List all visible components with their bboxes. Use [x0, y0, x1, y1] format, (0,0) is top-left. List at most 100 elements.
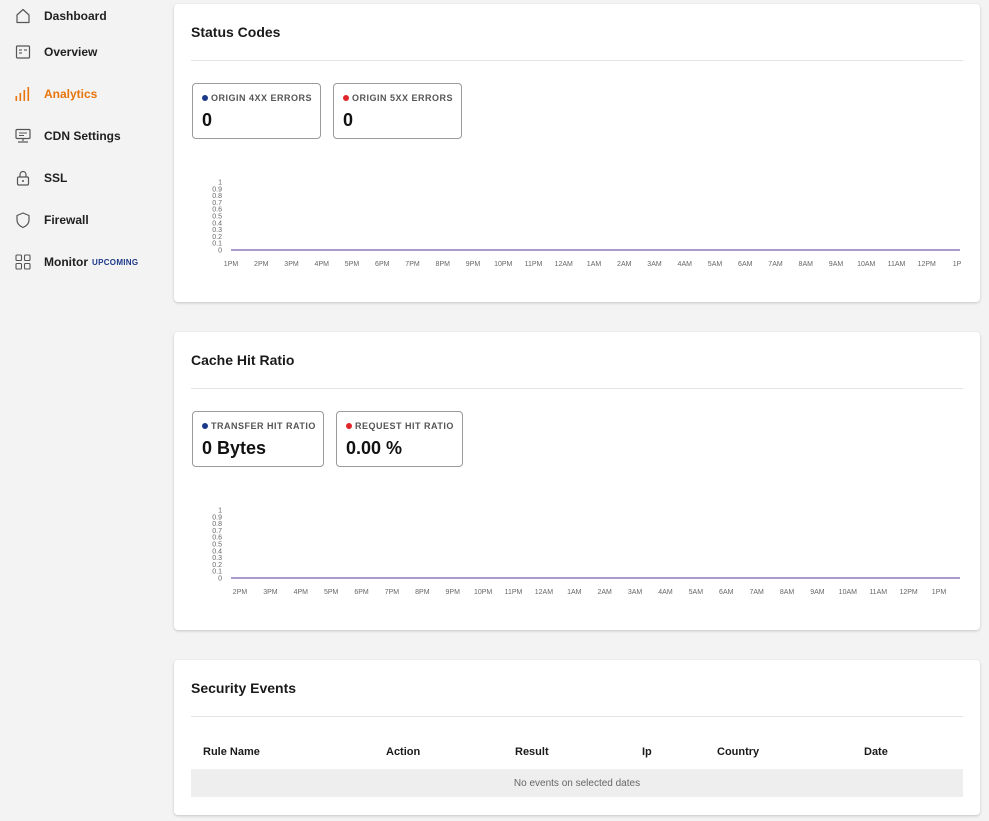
- x-tick-label: 12PM: [918, 261, 936, 268]
- card-title: Status Codes: [191, 24, 281, 40]
- y-tick-label: 0.8: [212, 521, 222, 528]
- x-tick-label: 4PM: [294, 589, 309, 596]
- series-dot: [202, 423, 208, 429]
- x-tick-label: 10AM: [857, 261, 875, 268]
- security-events-card: Security Events Rule Name Action Result …: [174, 660, 980, 815]
- x-tick-label: 5AM: [689, 589, 704, 596]
- x-tick-label: 10AM: [839, 589, 857, 596]
- divider: [191, 716, 963, 717]
- x-tick-label: 9PM: [466, 261, 481, 268]
- sidebar-item-dashboard[interactable]: Dashboard: [14, 6, 107, 26]
- shield-icon: [14, 211, 32, 229]
- x-tick-label: 5PM: [324, 589, 339, 596]
- empty-state-row: No events on selected dates: [191, 769, 963, 797]
- x-tick-label: 7PM: [405, 261, 420, 268]
- x-tick-label: 8PM: [415, 589, 430, 596]
- y-tick-label: 0.9: [212, 186, 222, 193]
- y-tick-label: 0.5: [212, 214, 222, 221]
- y-tick-label: 0.9: [212, 514, 222, 521]
- x-tick-label: 9AM: [829, 261, 844, 268]
- y-tick-label: 0.3: [212, 555, 222, 562]
- upcoming-badge: UPCOMING: [92, 257, 139, 267]
- x-tick-label: 5AM: [708, 261, 723, 268]
- column-header-action[interactable]: Action: [386, 746, 420, 758]
- column-header-date[interactable]: Date: [864, 746, 888, 758]
- y-tick-label: 0.2: [212, 234, 222, 241]
- x-tick-label: 12PM: [899, 589, 917, 596]
- y-tick-label: 1: [218, 180, 222, 187]
- overview-icon: [14, 43, 32, 61]
- lock-icon: [14, 169, 32, 187]
- card-title: Security Events: [191, 680, 297, 696]
- sidebar-item-monitor[interactable]: Monitor UPCOMING: [14, 252, 138, 272]
- x-tick-label: 11AM: [869, 589, 887, 596]
- x-tick-label: 12AM: [555, 261, 573, 268]
- status-codes-card: Status Codes ORIGIN 4XX ERRORS 0 ORIGIN …: [174, 4, 980, 302]
- y-tick-label: 0.4: [212, 220, 222, 227]
- series-dot: [346, 423, 352, 429]
- x-tick-label: 7AM: [768, 261, 783, 268]
- y-tick-label: 0.5: [212, 542, 222, 549]
- x-tick-label: 8AM: [780, 589, 795, 596]
- y-tick-label: 0.7: [212, 528, 222, 535]
- x-tick-label: 2PM: [233, 589, 248, 596]
- x-tick-label: 8PM: [436, 261, 451, 268]
- x-tick-label: 1AM: [587, 261, 602, 268]
- y-tick-label: 0.4: [212, 548, 222, 555]
- stat-value: 0 Bytes: [202, 438, 267, 458]
- stat-origin-5xx: ORIGIN 5XX ERRORS 0: [333, 83, 462, 139]
- stat-label: ORIGIN 5XX ERRORS: [352, 93, 454, 103]
- y-tick-label: 0: [218, 576, 222, 583]
- y-tick-label: 0.1: [212, 241, 222, 248]
- y-tick-label: 0.3: [212, 227, 222, 234]
- y-tick-label: 1: [218, 508, 222, 515]
- x-tick-label: 2AM: [597, 589, 612, 596]
- x-tick-label: 11AM: [888, 261, 906, 268]
- x-tick-label: 9AM: [810, 589, 825, 596]
- cdn-settings-icon: [14, 127, 32, 145]
- x-tick-label: 3AM: [647, 261, 662, 268]
- x-tick-label: 10PM: [494, 261, 512, 268]
- card-title: Cache Hit Ratio: [191, 352, 295, 368]
- x-tick-label: 6AM: [738, 261, 753, 268]
- x-tick-label: 7PM: [385, 589, 400, 596]
- sidebar-item-label: Firewall: [44, 213, 89, 227]
- column-header-country[interactable]: Country: [717, 746, 759, 758]
- sidebar-item-firewall[interactable]: Firewall: [14, 210, 89, 230]
- sidebar-item-overview[interactable]: Overview: [14, 42, 97, 62]
- sidebar-item-label: Dashboard: [44, 9, 107, 23]
- sidebar-item-label: Monitor: [44, 255, 88, 269]
- series-dot: [202, 95, 208, 101]
- x-tick-label: 1PM: [932, 589, 947, 596]
- x-tick-label: 4AM: [678, 261, 693, 268]
- x-tick-label: 6PM: [354, 589, 369, 596]
- stat-transfer-hit-ratio: TRANSFER HIT RATIO 0 Bytes: [192, 411, 324, 467]
- column-header-rule-name[interactable]: Rule Name: [203, 746, 260, 758]
- sidebar-item-cdn-settings[interactable]: CDN Settings: [14, 126, 121, 146]
- x-tick-label: 5PM: [345, 261, 360, 268]
- home-icon: [14, 7, 32, 25]
- y-tick-label: 0.2: [212, 562, 222, 569]
- x-tick-label: 3PM: [284, 261, 299, 268]
- column-header-result[interactable]: Result: [515, 746, 549, 758]
- y-tick-label: 0.6: [212, 535, 222, 542]
- analytics-bars-icon: [14, 85, 32, 103]
- y-tick-label: 0: [218, 248, 222, 255]
- sidebar-item-label: Overview: [44, 45, 98, 59]
- column-header-ip[interactable]: Ip: [642, 746, 652, 758]
- cache-hit-ratio-card: Cache Hit Ratio TRANSFER HIT RATIO 0 Byt…: [174, 332, 980, 630]
- x-tick-label: 10PM: [474, 589, 492, 596]
- x-tick-label: 8AM: [799, 261, 814, 268]
- x-tick-label: 1PM: [224, 261, 239, 268]
- stat-request-hit-ratio: REQUEST HIT RATIO 0.00 %: [336, 411, 463, 467]
- x-tick-label: 11PM: [525, 261, 543, 268]
- status-codes-chart: 00.10.20.30.40.50.60.70.80.911PM 2PM 3PM 4P…: [212, 180, 961, 269]
- x-tick-label: 3PM: [263, 589, 278, 596]
- x-tick-label: 2AM: [617, 261, 632, 268]
- sidebar-item-ssl[interactable]: SSL: [14, 168, 67, 188]
- stat-origin-4xx: ORIGIN 4XX ERRORS 0: [192, 83, 321, 139]
- sidebar-item-analytics[interactable]: Analytics: [14, 84, 97, 104]
- sidebar-item-label: CDN Settings: [44, 129, 121, 143]
- x-tick-label: 6PM: [375, 261, 390, 268]
- stat-value: 0: [343, 110, 354, 130]
